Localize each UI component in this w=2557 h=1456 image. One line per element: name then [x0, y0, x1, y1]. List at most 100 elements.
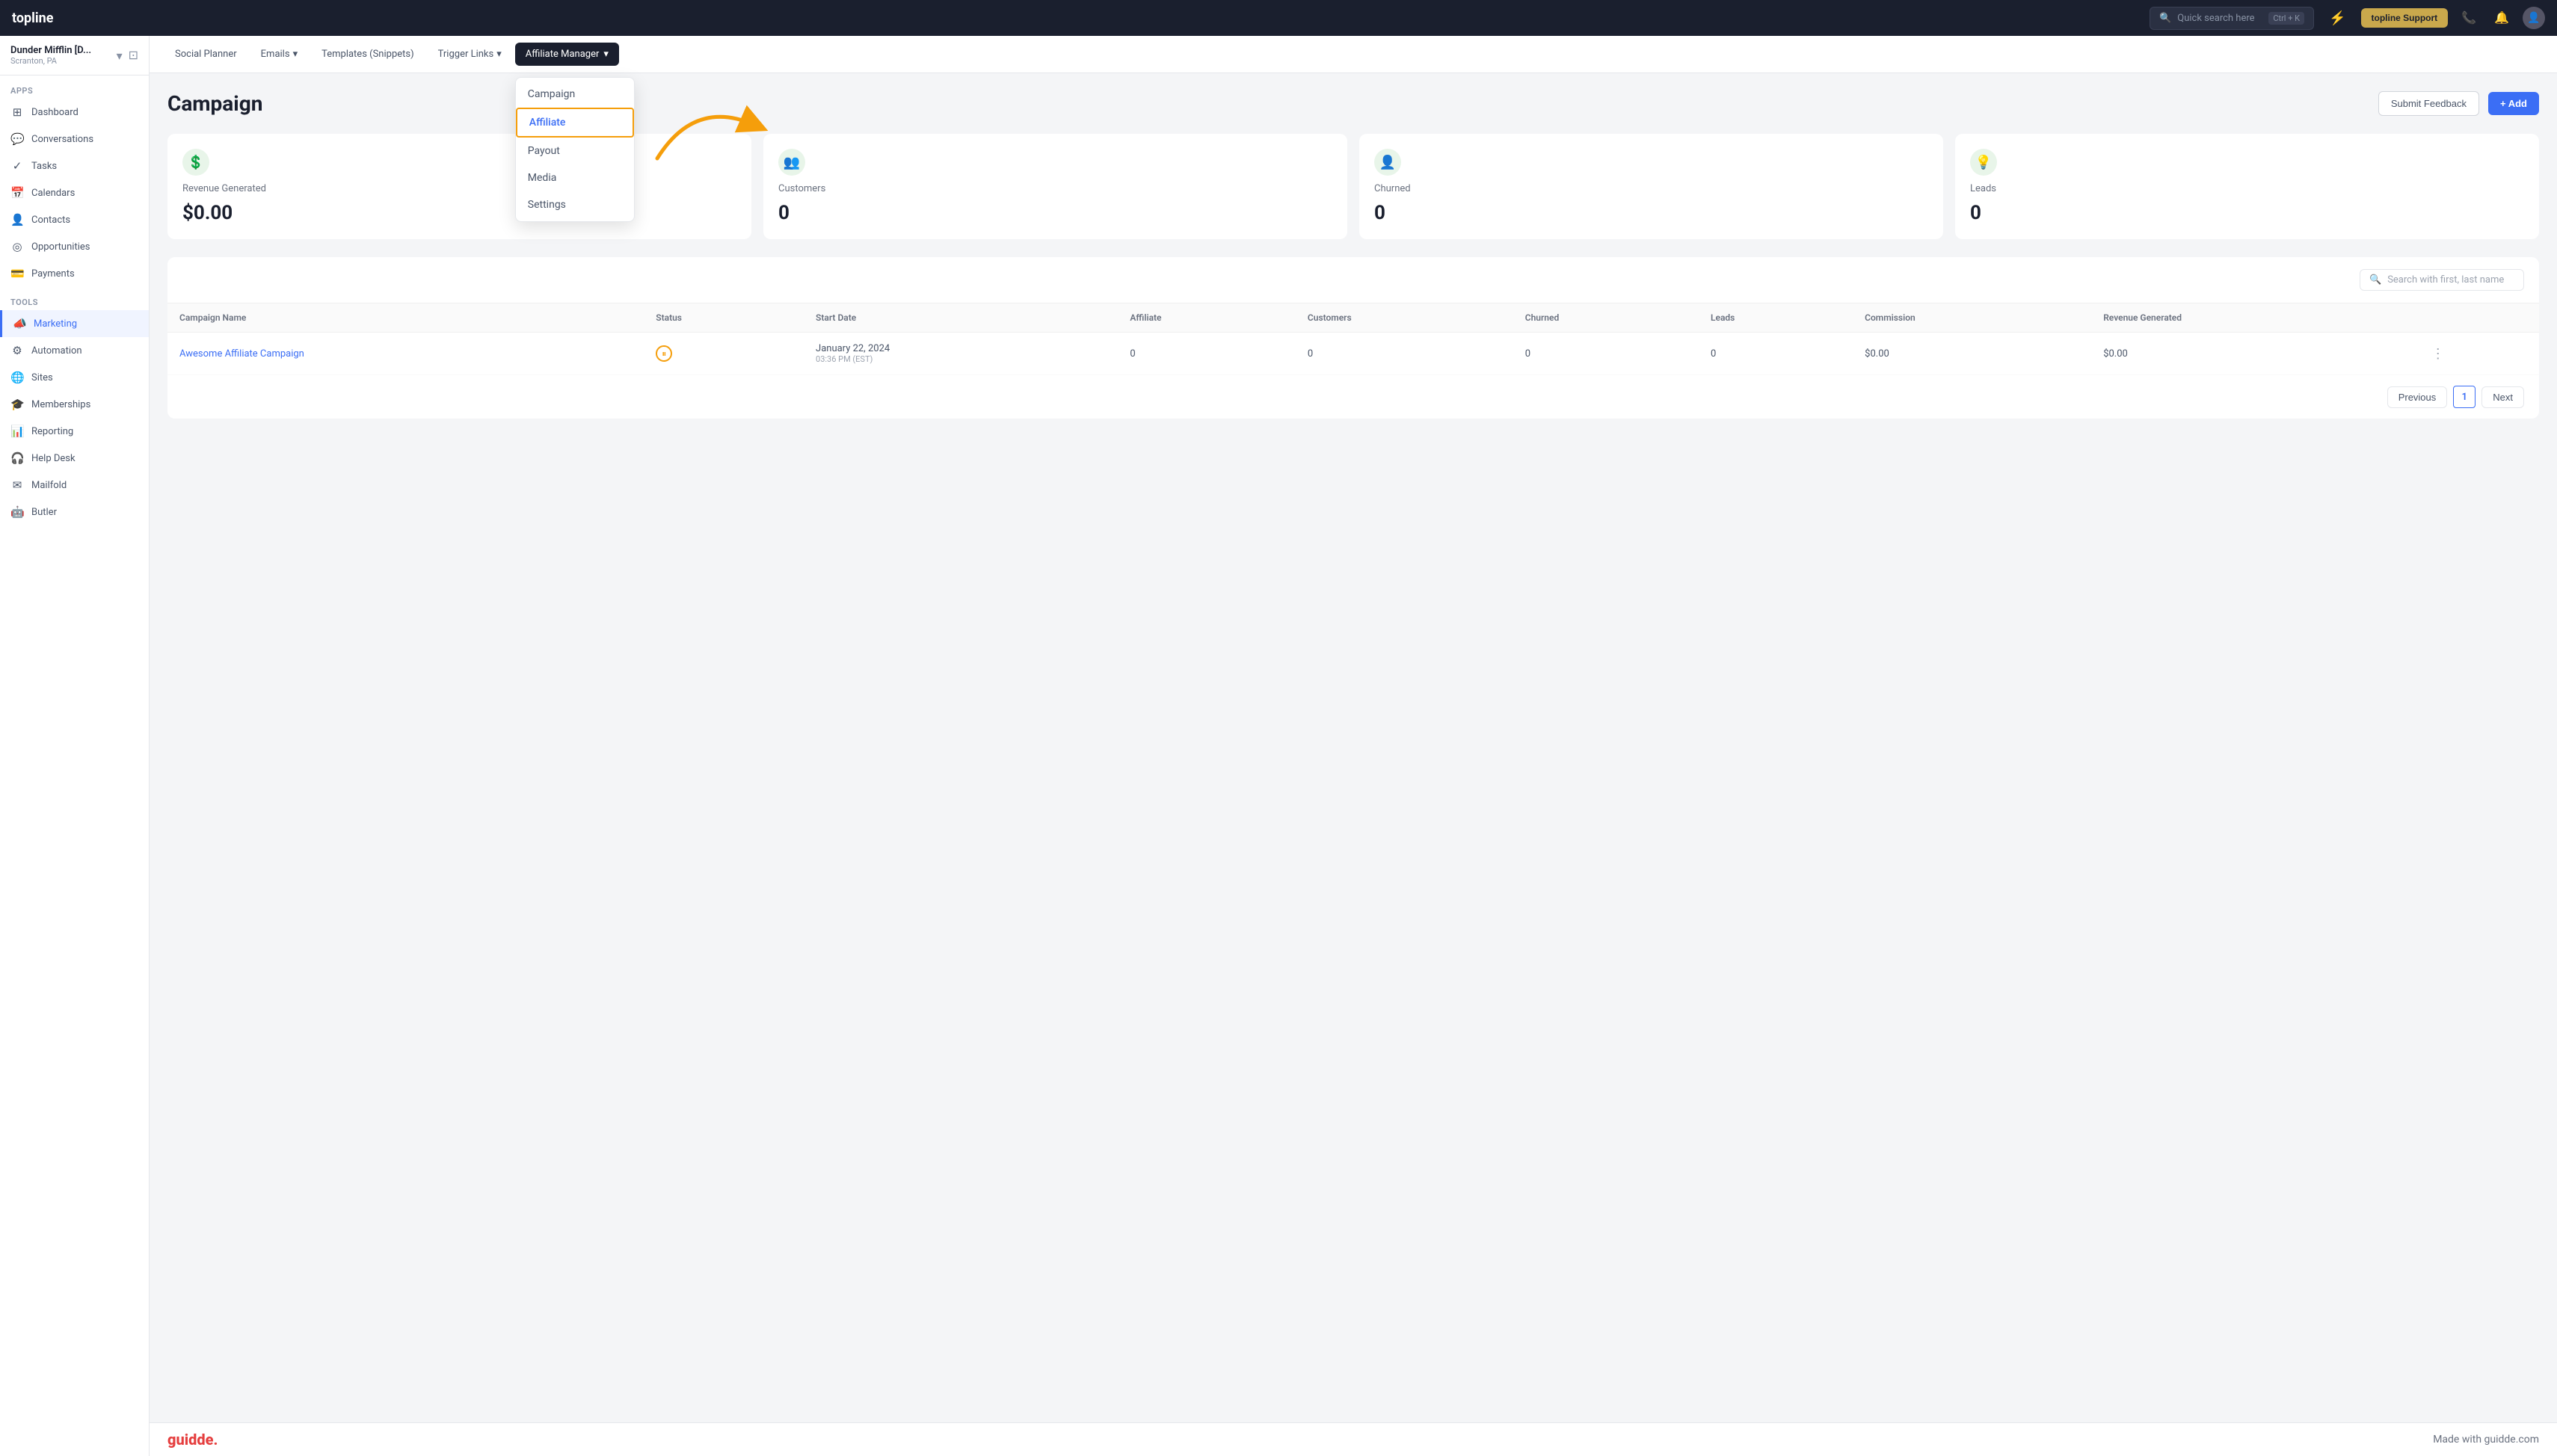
phone-icon-button[interactable]: 📞: [2457, 6, 2481, 30]
sidebar-item-label: Reporting: [31, 426, 73, 437]
sidebar-item-memberships[interactable]: 🎓 Memberships: [0, 391, 149, 418]
trigger-links-chevron-icon: ▾: [496, 49, 502, 60]
row-menu-icon[interactable]: ⋮: [2431, 346, 2445, 362]
cell-campaign-name: Awesome Affiliate Campaign: [167, 333, 644, 375]
table-search-placeholder: Search with first, last name: [2387, 274, 2504, 286]
sidebar-item-conversations[interactable]: 💬 Conversations: [0, 126, 149, 152]
cell-leads: 0: [1699, 333, 1853, 375]
customers-icon: 👥: [778, 149, 805, 176]
col-affiliate: Affiliate: [1118, 303, 1296, 333]
calendars-icon: 📅: [10, 186, 24, 200]
sidebar-item-payments[interactable]: 💳 Payments: [0, 260, 149, 287]
bell-icon-button[interactable]: 🔔: [2490, 6, 2514, 30]
sidebar-item-helpdesk[interactable]: 🎧 Help Desk: [0, 445, 149, 472]
next-button[interactable]: Next: [2481, 386, 2524, 408]
sidebar-item-label: Automation: [31, 345, 82, 357]
conversations-icon: 💬: [10, 132, 24, 146]
sidebar-item-tasks[interactable]: ✓ Tasks: [0, 152, 149, 179]
start-time: 03:36 PM (EST): [816, 354, 1106, 364]
col-churned: Churned: [1513, 303, 1699, 333]
subnav-emails[interactable]: Emails ▾: [250, 43, 308, 66]
sidebar-item-mailfold[interactable]: ✉ Mailfold: [0, 472, 149, 499]
churned-label: Churned: [1374, 183, 1928, 194]
sidebar-collapse-button[interactable]: ⊡: [129, 48, 138, 63]
dropdown-item-payout[interactable]: Payout: [516, 138, 634, 164]
add-button[interactable]: + Add: [2488, 92, 2539, 115]
top-nav: topline 🔍 Quick search here Ctrl + K ⚡ t…: [0, 0, 2557, 36]
opportunities-icon: ◎: [10, 240, 24, 253]
sidebar-item-label: Calendars: [31, 188, 75, 199]
customers-value: 0: [778, 202, 1332, 224]
table-header-row: Campaign Name Status Start Date Affiliat…: [167, 303, 2539, 333]
sidebar-item-marketing[interactable]: 📣 Marketing: [0, 310, 149, 337]
guidde-logo: guidde.: [167, 1431, 218, 1449]
sidebar-item-label: Conversations: [31, 134, 93, 145]
marketing-icon: 📣: [13, 317, 26, 330]
start-date: January 22, 2024: [816, 343, 1106, 354]
col-campaign-name: Campaign Name: [167, 303, 644, 333]
workspace-location: Scranton, PA: [10, 56, 91, 66]
sidebar-item-dashboard[interactable]: ⊞ Dashboard: [0, 99, 149, 126]
sidebar-item-label: Tasks: [31, 161, 57, 172]
table-toolbar: 🔍 Search with first, last name: [167, 257, 2539, 303]
search-bar[interactable]: 🔍 Quick search here Ctrl + K: [2150, 7, 2314, 30]
churned-value: 0: [1374, 202, 1928, 224]
sidebar-item-automation[interactable]: ⚙ Automation: [0, 337, 149, 364]
subnav-affiliate-manager[interactable]: Affiliate Manager ▾: [515, 43, 619, 66]
sidebar-item-label: Marketing: [34, 318, 77, 330]
revenue-label: Revenue Generated: [182, 183, 736, 194]
sidebar-item-reporting[interactable]: 📊 Reporting: [0, 418, 149, 445]
butler-icon: 🤖: [10, 505, 24, 519]
sidebar-item-contacts[interactable]: 👤 Contacts: [0, 206, 149, 233]
sidebar-item-calendars[interactable]: 📅 Calendars: [0, 179, 149, 206]
search-shortcut: Ctrl + K: [2268, 12, 2304, 25]
campaigns-table: Campaign Name Status Start Date Affiliat…: [167, 303, 2539, 375]
affiliate-manager-dropdown: Campaign Affiliate Payout Media Settings: [515, 77, 635, 222]
table-row: Awesome Affiliate Campaign ⏸ January 22,…: [167, 333, 2539, 375]
col-start-date: Start Date: [804, 303, 1118, 333]
sidebar-item-label: Opportunities: [31, 241, 90, 253]
campaign-link[interactable]: Awesome Affiliate Campaign: [179, 348, 304, 360]
user-avatar[interactable]: 👤: [2523, 7, 2545, 29]
support-button[interactable]: topline Support: [2361, 8, 2449, 28]
dropdown-item-campaign[interactable]: Campaign: [516, 81, 634, 108]
page-content: Campaign Submit Feedback + Add 💲 Revenue…: [150, 73, 2557, 1422]
search-icon: 🔍: [2159, 13, 2171, 24]
dropdown-item-media[interactable]: Media: [516, 164, 634, 191]
dropdown-item-affiliate[interactable]: Affiliate: [516, 108, 634, 138]
workspace-header[interactable]: Dunder Mifflin [D... Scranton, PA ▾ ⊡: [0, 36, 149, 75]
guidde-tagline: Made with guidde.com: [2433, 1434, 2539, 1446]
lightning-button[interactable]: ⚡: [2323, 7, 2351, 29]
bottom-bar: guidde. Made with guidde.com: [150, 1422, 2557, 1456]
sidebar-item-opportunities[interactable]: ◎ Opportunities: [0, 233, 149, 260]
sidebar-item-sites[interactable]: 🌐 Sites: [0, 364, 149, 391]
dashboard-icon: ⊞: [10, 105, 24, 119]
sites-icon: 🌐: [10, 371, 24, 384]
feedback-button[interactable]: Submit Feedback: [2378, 91, 2479, 116]
col-commission: Commission: [1853, 303, 2091, 333]
previous-button[interactable]: Previous: [2387, 386, 2448, 408]
sidebar: Dunder Mifflin [D... Scranton, PA ▾ ⊡ Ap…: [0, 36, 150, 1456]
status-paused-icon: ⏸: [656, 345, 672, 362]
affiliate-manager-chevron-icon: ▾: [603, 49, 609, 60]
cell-start-date: January 22, 2024 03:36 PM (EST): [804, 333, 1118, 375]
leads-label: Leads: [1970, 183, 2524, 194]
cell-row-menu[interactable]: ⋮: [2419, 333, 2539, 375]
subnav-social-planner[interactable]: Social Planner: [164, 43, 247, 66]
sidebar-item-label: Sites: [31, 372, 53, 383]
churned-icon: 👤: [1374, 149, 1401, 176]
sidebar-item-butler[interactable]: 🤖 Butler: [0, 499, 149, 525]
col-status: Status: [644, 303, 804, 333]
subnav-templates[interactable]: Templates (Snippets): [311, 43, 425, 66]
revenue-icon: 💲: [182, 149, 209, 176]
stat-card-customers: 👥 Customers 0: [763, 134, 1347, 239]
mailfold-icon: ✉: [10, 478, 24, 492]
cell-status: ⏸: [644, 333, 804, 375]
table-search[interactable]: 🔍 Search with first, last name: [2360, 269, 2524, 291]
leads-icon: 💡: [1970, 149, 1997, 176]
subnav-trigger-links[interactable]: Trigger Links ▾: [428, 43, 512, 66]
affiliate-manager-label: Affiliate Manager: [526, 49, 600, 60]
sidebar-item-label: Payments: [31, 268, 75, 280]
helpdesk-icon: 🎧: [10, 451, 24, 465]
dropdown-item-settings[interactable]: Settings: [516, 191, 634, 218]
